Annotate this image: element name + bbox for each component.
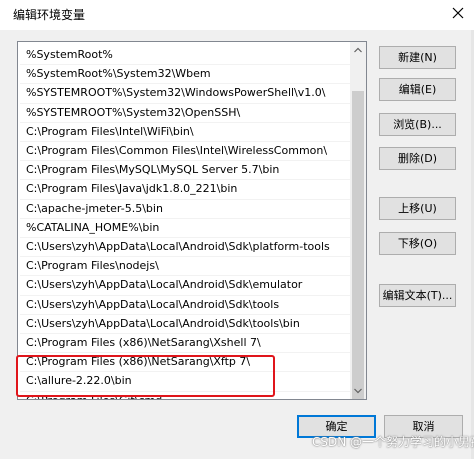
edit-button[interactable]: 编辑(E)	[379, 78, 456, 101]
row-separator	[20, 121, 350, 123]
edit-env-dialog: 编辑环境变量 %SystemRoot% %SystemRoot%\System32…	[0, 0, 474, 459]
scrollbar-thumb[interactable]	[352, 91, 364, 399]
row-separator	[20, 64, 350, 66]
path-list-item[interactable]: C:\Program Files\Common Files\Intel\Wire…	[26, 142, 327, 159]
path-list-item[interactable]: %SystemRoot%	[26, 46, 113, 63]
path-list-item[interactable]: %CATALINA_HOME%\bin	[26, 219, 159, 236]
browse-button[interactable]: 浏览(B)...	[379, 113, 456, 136]
delete-button[interactable]: 删除(D)	[379, 147, 456, 170]
move-up-button[interactable]: 上移(U)	[379, 197, 456, 220]
path-list-item[interactable]: C:\Program Files (x86)\NetSarang\Xshell …	[26, 334, 261, 351]
path-list-item[interactable]: C:\Users\zyh\AppData\Local\Android\Sdk\p…	[26, 238, 330, 255]
row-separator	[20, 352, 350, 354]
scroll-down-arrow-icon[interactable]	[350, 383, 366, 399]
path-list-item[interactable]: C:\apache-jmeter-5.5\bin	[26, 200, 163, 217]
move-down-button[interactable]: 下移(O)	[379, 232, 456, 255]
title-bar[interactable]: 编辑环境变量	[0, 0, 474, 30]
path-list-item[interactable]: %SYSTEMROOT%\System32\WindowsPowerShell\…	[26, 84, 325, 101]
row-separator	[20, 294, 350, 296]
row-separator	[20, 102, 350, 104]
path-list-item[interactable]: C:\Program Files\MySQL\MySQL Server 5.7\…	[26, 161, 279, 178]
row-separator	[20, 237, 350, 238]
scroll-up-arrow-icon[interactable]	[350, 42, 366, 58]
row-separator	[20, 198, 350, 200]
edit-text-button[interactable]: 编辑文本(T)...	[379, 284, 456, 307]
row-separator	[20, 275, 350, 277]
path-list-item[interactable]: C:\Users\zyh\AppData\Local\Android\Sdk\t…	[26, 315, 300, 332]
path-list-item[interactable]: C:\Users\zyh\AppData\Local\Android\Sdk\t…	[26, 296, 279, 313]
window-title: 编辑环境变量	[13, 8, 86, 22]
path-list-item[interactable]: C:\Program Files\Intel\WiFi\bin\	[26, 123, 194, 140]
path-list-item[interactable]: C:\Program Files\nodejs\	[26, 257, 159, 274]
watermark-text: CSDN @一个努力学习的小男孩	[312, 435, 474, 449]
path-list-item[interactable]: C:\Program Files\Java\jdk1.8.0_221\bin	[26, 180, 237, 197]
row-separator	[20, 256, 350, 258]
row-separator	[20, 313, 350, 315]
path-list-item[interactable]: C:\Users\zyh\AppData\Local\Android\Sdk\e…	[26, 276, 302, 293]
path-list-item[interactable]: %SystemRoot%\System32\Wbem	[26, 65, 211, 82]
row-separator	[20, 179, 350, 181]
path-listbox[interactable]: %SystemRoot% %SystemRoot%\System32\Wbem %S…	[17, 41, 367, 400]
path-list-item[interactable]: %SYSTEMROOT%\System32\OpenSSH\	[26, 104, 240, 121]
close-icon[interactable]	[450, 5, 466, 21]
row-separator	[20, 333, 350, 334]
row-separator	[20, 141, 350, 142]
row-separator	[20, 160, 350, 162]
new-button[interactable]: 新建(N)	[379, 46, 456, 69]
highlight-annotation	[16, 355, 275, 397]
vertical-scrollbar[interactable]	[350, 42, 366, 399]
row-separator	[20, 217, 350, 219]
row-separator	[20, 83, 350, 85]
